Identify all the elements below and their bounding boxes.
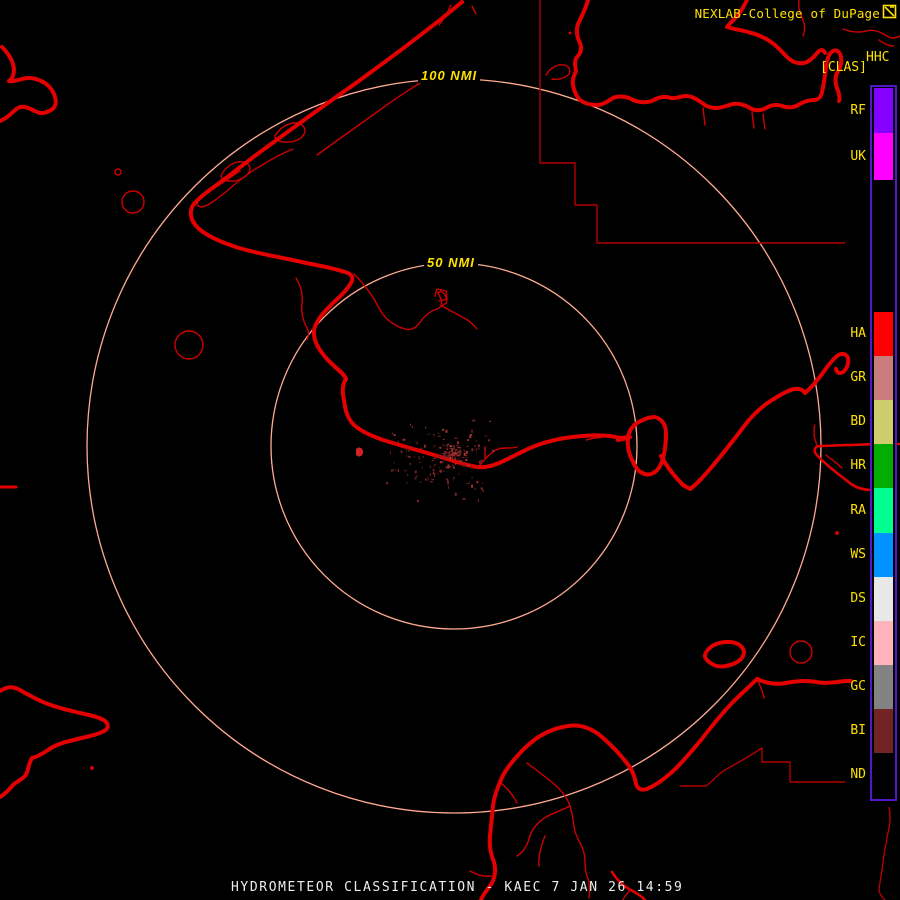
- radar-viewer: NEXLAB-College of DuPage HHC [CLAS] 100 …: [0, 0, 900, 900]
- range-ring-50nmi-label: 50 NMI: [424, 255, 478, 270]
- legend-swatch-UK: [874, 133, 893, 180]
- legend-label-UK: UK: [850, 148, 866, 164]
- legend-label-DS: DS: [850, 591, 866, 606]
- radar-map: [0, 0, 900, 900]
- coastlines-thick: [0, 0, 900, 900]
- range-ring-100nmi-label: 100 NMI: [418, 68, 481, 83]
- legend-swatch-GC: [874, 665, 893, 709]
- legend-swatch-BD: [874, 400, 893, 444]
- legend-label-GC: GC: [850, 679, 866, 694]
- legend-swatch-GR: [874, 356, 893, 400]
- legend-swatch-BI: [874, 709, 893, 753]
- product-title-bar: HYDROMETEOR CLASSIFICATION - KAEC 7 JAN …: [231, 880, 684, 895]
- legend-swatch-RA: [874, 488, 893, 533]
- brand-watermark: NEXLAB-College of DuPage: [694, 6, 880, 21]
- legend-label-ND: ND: [850, 767, 866, 782]
- legend-label-BI: BI: [850, 723, 866, 738]
- legend-swatch-WS: [874, 533, 893, 577]
- legend-swatch-HR: [874, 444, 893, 488]
- radar-echoes: [386, 419, 495, 503]
- product-class-label: [CLAS]: [820, 60, 867, 75]
- county-borders: [539, 0, 891, 900]
- cod-logo-icon: [882, 4, 897, 19]
- legend-label-RA: RA: [850, 502, 866, 518]
- coastlines-thin: [90, 0, 900, 900]
- legend-label-WS: WS: [850, 547, 866, 562]
- legend-swatch-IC: [874, 621, 893, 665]
- legend-swatch-ND: [874, 753, 893, 797]
- legend-label-HA: HA: [850, 326, 866, 341]
- legend-label-HR: HR: [850, 458, 866, 473]
- legend-swatch-HA: [874, 312, 893, 356]
- legend-label-RF: RF: [850, 102, 866, 118]
- legend-label-BD: BD: [850, 414, 866, 429]
- legend-swatch-RF: [874, 88, 893, 133]
- legend-label-IC: IC: [850, 635, 866, 650]
- legend-label-GR: GR: [850, 370, 866, 385]
- product-id-label: HHC: [866, 50, 890, 65]
- legend-swatch-DS: [874, 577, 893, 621]
